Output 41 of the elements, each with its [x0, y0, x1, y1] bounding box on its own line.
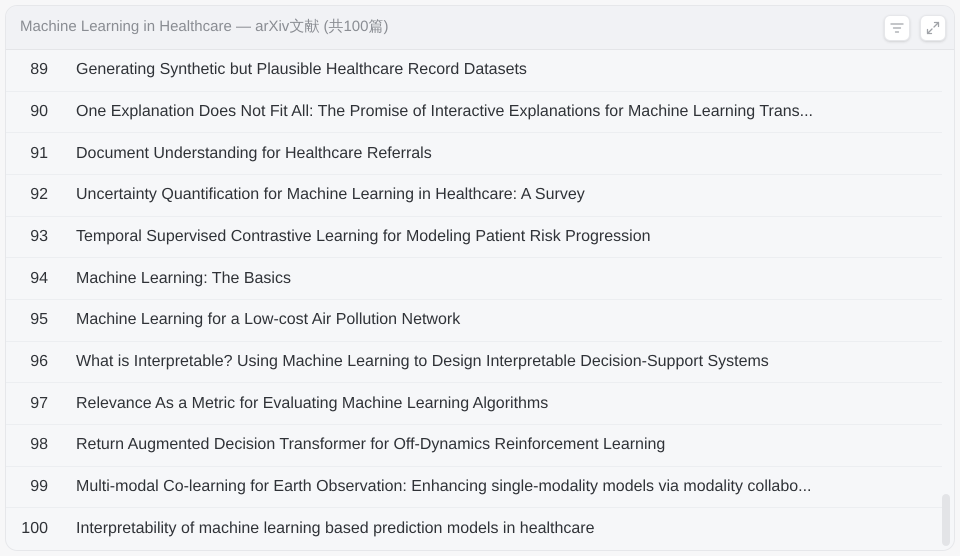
paper-title: What is Interpretable? Using Machine Learning to Design Interpretable Decision-Support Systems — [76, 352, 769, 372]
row-number: 90 — [29, 102, 49, 122]
list-row[interactable]: 98 Return Augmented Decision Transformer for Off-Dynamics Reinforcement Learning — [6, 425, 942, 467]
paper-title: Interpretability of machine learning based prediction models in healthcare — [76, 519, 595, 540]
paper-title: Machine Learning: The Basics — [76, 268, 291, 289]
paper-title: Relevance As a Metric for Evaluating Machine Learning Algorithms — [76, 394, 548, 414]
paper-title: Uncertainty Quantification for Machine Learning in Healthcare: A Survey — [76, 185, 585, 206]
list-row[interactable]: 100 Interpretability of machine learning based prediction models in healthcare — [6, 508, 942, 550]
paper-title: Document Understanding for Healthcare Referrals — [76, 144, 432, 164]
list-row[interactable]: 93 Temporal Supervised Contrastive Learning for Modeling Patient Risk Progression — [6, 216, 942, 258]
filter-button[interactable] — [884, 14, 910, 40]
paper-title: Temporal Supervised Contrastive Learning for Modeling Patient Risk Progression — [76, 227, 651, 248]
paper-title: Generating Synthetic but Plausible Healthcare Record Datasets — [76, 60, 527, 80]
row-number: 96 — [29, 352, 49, 372]
row-number: 97 — [29, 394, 49, 414]
list-row[interactable]: 91 Document Understanding for Healthcare Referrals — [6, 133, 942, 176]
paper-title: One Explanation Does Not Fit All: The Promise of Interactive Explanations for Machine Learning Trans... — [76, 102, 813, 122]
list-row[interactable]: 96 What is Interpretable? Using Machine Learning to Design Interpretable Decision-Support Systems — [6, 342, 942, 384]
row-number: 89 — [29, 60, 49, 80]
list-row[interactable]: 92 Uncertainty Quantification for Machine Learning in Healthcare: A Survey — [6, 175, 942, 217]
row-number: 95 — [29, 310, 49, 330]
row-number: 93 — [29, 227, 49, 248]
paper-title: Return Augmented Decision Transformer for Off-Dynamics Reinforcement Learning — [76, 435, 666, 456]
list-row[interactable]: 90 One Explanation Does Not Fit All: The Promise of Interactive Explanations for Machine Learning Trans... — [6, 92, 942, 134]
list-row[interactable]: 95 Machine Learning for a Low-cost Air Pollution Network — [6, 300, 942, 342]
row-number: 100 — [20, 519, 49, 540]
list-row[interactable]: 89 Generating Synthetic but Plausible Healthcare Record Datasets — [6, 50, 942, 92]
paper-title: Machine Learning for a Low-cost Air Pollution Network — [76, 310, 460, 330]
row-number: 91 — [29, 144, 49, 164]
row-number: 94 — [29, 268, 49, 289]
panel-title: Machine Learning in Healthcare — arXiv文献 (共100篇) — [20, 17, 388, 38]
expand-button[interactable] — [920, 14, 946, 40]
list-row[interactable]: 97 Relevance As a Metric for Evaluating Machine Learning Algorithms — [6, 383, 942, 426]
paper-title: Multi-modal Co-learning for Earth Observation: Enhancing single-modality models via modality collabo... — [76, 477, 812, 498]
row-number: 98 — [29, 435, 49, 456]
row-number: 99 — [29, 477, 49, 498]
filter-icon — [890, 22, 904, 34]
list-row[interactable]: 94 Machine Learning: The Basics — [6, 258, 942, 300]
expand-icon — [926, 20, 940, 34]
list-row[interactable]: 99 Multi-modal Co-learning for Earth Observation: Enhancing single-modality models via modality collabo... — [6, 466, 942, 508]
row-number: 92 — [29, 185, 49, 206]
